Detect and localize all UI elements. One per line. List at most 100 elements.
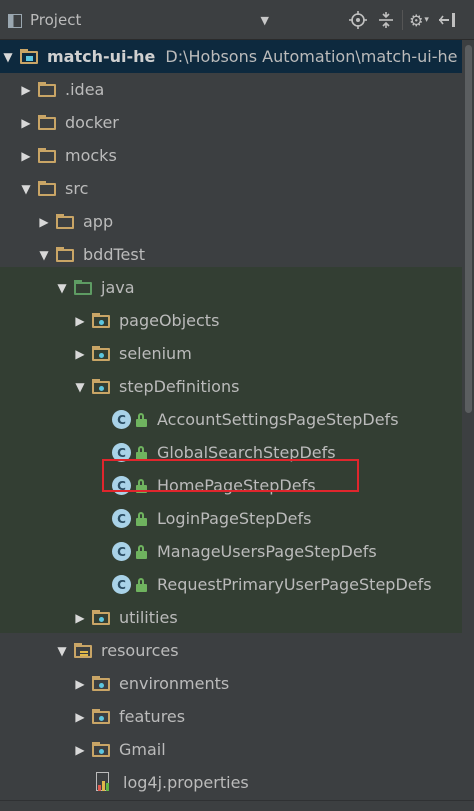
project-pane-icon: [8, 13, 22, 28]
tree-node-environments[interactable]: ▶ environments: [0, 667, 462, 700]
tree-node-label: features: [119, 707, 186, 726]
tree-node-class[interactable]: C HomePageStepDefs: [0, 469, 462, 502]
expanded-arrow-icon[interactable]: ▼: [54, 281, 70, 295]
tree-node-docker[interactable]: ▶ docker: [0, 106, 462, 139]
horizontal-scrollbar[interactable]: [0, 800, 474, 811]
tree-node-class[interactable]: C RequestPrimaryUserPageStepDefs: [0, 568, 462, 601]
tree-node-label: HomePageStepDefs: [157, 476, 316, 495]
tree-node-label: resources: [101, 641, 179, 660]
folder-icon: [38, 81, 58, 98]
tree-node-label: LoginPageStepDefs: [157, 509, 312, 528]
project-view-selector[interactable]: Project ▼: [8, 7, 273, 33]
tree-node-selenium[interactable]: ▶ selenium: [0, 337, 462, 370]
tree-node-label: java: [101, 278, 135, 297]
tree-node-gmail[interactable]: ▶ Gmail: [0, 733, 462, 766]
tree-node-app[interactable]: ▶ app: [0, 205, 462, 238]
collapsed-arrow-icon[interactable]: ▶: [72, 710, 88, 724]
gear-icon[interactable]: ⚙ ▾: [405, 8, 433, 32]
tree-node-pageobjects[interactable]: ▶ pageObjects: [0, 304, 462, 337]
root-module-name: match-ui-he: [47, 47, 156, 66]
tree-node-class[interactable]: C AccountSettingsPageStepDefs: [0, 403, 462, 436]
collapsed-arrow-icon[interactable]: ▶: [72, 314, 88, 328]
project-toolbar: Project ▼ ⚙ ▾: [0, 0, 474, 40]
collapsed-arrow-icon[interactable]: ▶: [18, 83, 34, 97]
expanded-arrow-icon[interactable]: ▼: [18, 182, 34, 196]
tree-node-label: ManageUsersPageStepDefs: [157, 542, 377, 561]
resources-folder-icon: [74, 642, 94, 659]
tree-node-stepdefinitions[interactable]: ▼ stepDefinitions: [0, 370, 462, 403]
tree-node-class[interactable]: C ManageUsersPageStepDefs: [0, 535, 462, 568]
lock-icon: [135, 445, 149, 460]
folder-icon: [38, 180, 58, 197]
tree-node-label: log4j.properties: [123, 773, 249, 792]
tree-node-label: bddTest: [83, 245, 145, 264]
collapsed-arrow-icon[interactable]: ▶: [18, 116, 34, 130]
package-icon: [92, 675, 112, 692]
lock-icon: [135, 478, 149, 493]
tree-node-label: src: [65, 179, 89, 198]
tree-node-label: GlobalSearchStepDefs: [157, 443, 336, 462]
tree-node-class-login[interactable]: C LoginPageStepDefs: [0, 502, 462, 535]
tree-node-label: utilities: [119, 608, 178, 627]
collapsed-arrow-icon[interactable]: ▶: [36, 215, 52, 229]
collapse-all-icon[interactable]: [372, 8, 400, 32]
tree-node-java[interactable]: ▼ java: [0, 271, 462, 304]
tree-node-mocks[interactable]: ▶ mocks: [0, 139, 462, 172]
collapsed-arrow-icon[interactable]: ▶: [72, 677, 88, 691]
project-tree: ▼ match-ui-he D:\Hobsons Automation\matc…: [0, 40, 462, 800]
project-view-label: Project: [30, 11, 82, 29]
lock-icon: [135, 577, 149, 592]
package-icon: [92, 345, 112, 362]
package-icon: [92, 609, 112, 626]
folder-icon: [56, 213, 76, 230]
tree-node-class[interactable]: C GlobalSearchStepDefs: [0, 436, 462, 469]
tree-node-resources[interactable]: ▼ resources: [0, 634, 462, 667]
tree-node-src[interactable]: ▼ src: [0, 172, 462, 205]
tree-node-bddtest[interactable]: ▼ bddTest: [0, 238, 462, 271]
tree-node-label: docker: [65, 113, 119, 132]
tree-node-label: selenium: [119, 344, 192, 363]
root-module-path: D:\Hobsons Automation\match-ui-he: [165, 47, 458, 66]
tree-node-label: .idea: [65, 80, 105, 99]
java-class-icon: C: [112, 542, 131, 561]
locate-icon[interactable]: [344, 8, 372, 32]
java-class-icon: C: [112, 509, 131, 528]
tree-node-log4j[interactable]: log4j.properties: [0, 766, 462, 799]
tree-node-label: Gmail: [119, 740, 166, 759]
collapsed-arrow-icon[interactable]: ▶: [72, 743, 88, 757]
dropdown-chevron-icon: ▼: [260, 13, 269, 27]
folder-icon: [56, 246, 76, 263]
package-icon: [92, 741, 112, 758]
lock-icon: [135, 544, 149, 559]
properties-file-icon: [96, 772, 113, 793]
expanded-arrow-icon[interactable]: ▼: [36, 248, 52, 262]
package-icon: [92, 708, 112, 725]
tree-node-label: AccountSettingsPageStepDefs: [157, 410, 399, 429]
folder-icon: [38, 147, 58, 164]
expanded-arrow-icon[interactable]: ▼: [0, 50, 16, 64]
folder-icon: [38, 114, 58, 131]
tree-node-root[interactable]: ▼ match-ui-he D:\Hobsons Automation\matc…: [0, 40, 462, 73]
vertical-scrollbar-thumb[interactable]: [465, 45, 472, 413]
expanded-arrow-icon[interactable]: ▼: [54, 644, 70, 658]
tree-node-label: environments: [119, 674, 230, 693]
java-class-icon: C: [112, 410, 131, 429]
tree-node-idea[interactable]: ▶ .idea: [0, 73, 462, 106]
module-folder-icon: [20, 48, 40, 65]
source-folder-icon: [74, 279, 94, 296]
tree-node-label: stepDefinitions: [119, 377, 240, 396]
hide-icon[interactable]: [433, 8, 461, 32]
tree-node-label: mocks: [65, 146, 117, 165]
java-class-icon: C: [112, 476, 131, 495]
collapsed-arrow-icon[interactable]: ▶: [72, 611, 88, 625]
toolbar-divider: [402, 10, 403, 30]
collapsed-arrow-icon[interactable]: ▶: [18, 149, 34, 163]
java-class-icon: C: [112, 443, 131, 462]
tree-node-utilities[interactable]: ▶ utilities: [0, 601, 462, 634]
lock-icon: [135, 511, 149, 526]
collapsed-arrow-icon[interactable]: ▶: [72, 347, 88, 361]
java-class-icon: C: [112, 575, 131, 594]
expanded-arrow-icon[interactable]: ▼: [72, 380, 88, 394]
tree-node-features[interactable]: ▶ features: [0, 700, 462, 733]
tree-node-label: RequestPrimaryUserPageStepDefs: [157, 575, 432, 594]
